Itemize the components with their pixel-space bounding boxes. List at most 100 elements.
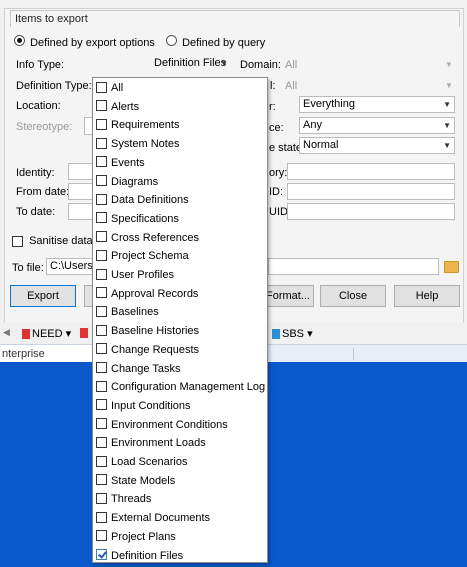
dropdown-item[interactable]: State Models	[96, 472, 264, 490]
checkbox[interactable]	[96, 343, 107, 355]
row3-right-label: r:	[269, 101, 276, 113]
checkbox[interactable]	[96, 193, 107, 205]
to-file-field-right[interactable]	[268, 258, 439, 275]
row7-field[interactable]	[287, 183, 455, 200]
checkbox[interactable]	[96, 324, 107, 336]
radio-export-options[interactable]: Defined by export options	[14, 35, 155, 49]
dropdown-item[interactable]: External Documents	[96, 509, 264, 527]
close-button[interactable]: Close	[320, 285, 386, 307]
dropdown-item-label: Environment Loads	[111, 437, 206, 450]
dropdown-item[interactable]: Change Requests	[96, 341, 264, 359]
dropdown-item[interactable]: Threads	[96, 490, 264, 508]
row6-field[interactable]	[287, 163, 455, 180]
dropdown-item[interactable]: Events	[96, 154, 264, 172]
checkbox[interactable]	[96, 305, 107, 317]
tab-enterprise[interactable]: nterprise	[0, 345, 93, 363]
checkbox[interactable]	[96, 212, 107, 224]
row4-right-label: ce:	[269, 122, 284, 134]
dropdown-item[interactable]: Project Plans	[96, 528, 264, 546]
checkbox[interactable]	[96, 362, 107, 374]
checkbox[interactable]	[96, 474, 107, 486]
scroll-left-icon[interactable]: ◀	[3, 327, 10, 338]
row2-right-value: All	[285, 80, 298, 92]
dropdown-item-label: Cross References	[111, 231, 200, 244]
dropdown-item[interactable]: Change Tasks	[96, 360, 264, 378]
checkbox[interactable]	[96, 137, 107, 149]
info-type-label: Info Type:	[16, 59, 65, 71]
sbs-menu[interactable]: SBS ▾	[270, 327, 313, 340]
dropdown-item-label: Approval Records	[111, 287, 199, 300]
radio-query-label: Defined by query	[182, 37, 266, 49]
checked-checkbox[interactable]	[96, 549, 107, 561]
row3-combo[interactable]: Everything ▼	[299, 96, 455, 113]
dropdown-item-label: Load Scenarios	[111, 456, 188, 468]
checkbox[interactable]	[96, 511, 107, 523]
row2-right-label: l:	[270, 80, 276, 92]
group-title: Items to export	[10, 10, 460, 27]
dropdown-item[interactable]: Alerts	[96, 98, 264, 116]
chevron-down-icon: ▼	[443, 141, 451, 150]
checkbox[interactable]	[96, 118, 107, 130]
radio-export-options-dot[interactable]	[14, 35, 25, 46]
checkbox[interactable]	[96, 399, 107, 411]
radio-query-dot[interactable]	[166, 35, 177, 46]
row8-field[interactable]	[287, 203, 455, 220]
checkbox[interactable]	[96, 249, 107, 261]
dropdown-item[interactable]: Approval Records	[96, 285, 264, 303]
format-button[interactable]: Format...	[263, 285, 314, 307]
dropdown-item[interactable]: System Notes	[96, 135, 264, 153]
checkbox[interactable]	[96, 287, 107, 299]
dropdown-item[interactable]: User Profiles	[96, 266, 264, 284]
info-type-combo[interactable]: Definition Files ▼	[150, 55, 232, 72]
dropdown-item[interactable]: All	[96, 79, 264, 97]
dropdown-item[interactable]: Data Definitions	[96, 191, 264, 209]
chevron-down-icon: ▼	[443, 121, 451, 130]
checkbox[interactable]	[96, 492, 107, 504]
dropdown-item[interactable]: Load Scenarios	[96, 453, 264, 471]
checkbox[interactable]	[96, 81, 107, 93]
sanitise-checkbox[interactable]: Sanitise data	[12, 235, 93, 247]
export-button[interactable]: Export	[10, 285, 76, 307]
checkbox[interactable]	[96, 436, 107, 448]
checkbox[interactable]	[96, 268, 107, 280]
from-date-field[interactable]	[68, 183, 94, 200]
dropdown-item[interactable]: Environment Loads	[96, 434, 264, 452]
checkbox[interactable]	[96, 156, 107, 168]
dropdown-item[interactable]: Baselines	[96, 303, 264, 321]
dropdown-item[interactable]: Requirements	[96, 116, 264, 134]
need-menu[interactable]: NEED ▾	[20, 327, 71, 340]
dropdown-item[interactable]: Cross References	[96, 229, 264, 247]
checkbox[interactable]	[96, 455, 107, 467]
dropdown-item-label: Requirements	[111, 119, 180, 132]
identity-field[interactable]	[68, 163, 94, 180]
red-document-icon[interactable]	[78, 327, 90, 339]
checkbox[interactable]	[96, 100, 107, 112]
checkbox[interactable]	[96, 231, 107, 243]
dropdown-item-label: Definition Files	[111, 549, 184, 562]
help-button[interactable]: Help	[394, 285, 460, 307]
identity-label: Identity:	[16, 167, 55, 179]
checkbox[interactable]	[96, 530, 107, 542]
info-type-dropdown-list[interactable]: All Alerts Requirements System Notes Events D…	[92, 77, 268, 563]
dropdown-item[interactable]: Definition Files	[96, 547, 264, 565]
dropdown-item[interactable]: Baseline Histories	[96, 322, 264, 340]
radio-query[interactable]: Defined by query	[166, 35, 265, 49]
dropdown-item[interactable]: Environment Conditions	[96, 416, 264, 434]
checkbox[interactable]	[96, 380, 107, 392]
checkbox[interactable]	[96, 418, 107, 430]
to-date-field[interactable]	[68, 203, 94, 220]
dropdown-item[interactable]: Configuration Management Log	[96, 378, 265, 396]
dropdown-item[interactable]: Diagrams	[96, 173, 264, 191]
sanitise-checkbox-box[interactable]	[12, 235, 23, 247]
dropdown-item[interactable]: Project Schema	[96, 247, 264, 265]
dropdown-item[interactable]: Input Conditions	[96, 397, 264, 415]
checkbox[interactable]	[96, 175, 107, 187]
row5-combo[interactable]: Normal ▼	[299, 137, 455, 154]
folder-icon[interactable]	[444, 261, 459, 273]
row4-combo[interactable]: Any ▼	[299, 117, 455, 134]
row2-chevron-icon: ▼	[445, 81, 453, 90]
chevron-down-icon: ▼	[443, 100, 451, 109]
dropdown-item[interactable]: Specifications	[96, 210, 264, 228]
to-file-field[interactable]: C:\Users\	[46, 258, 94, 275]
dropdown-item-label: Change Tasks	[111, 362, 181, 375]
